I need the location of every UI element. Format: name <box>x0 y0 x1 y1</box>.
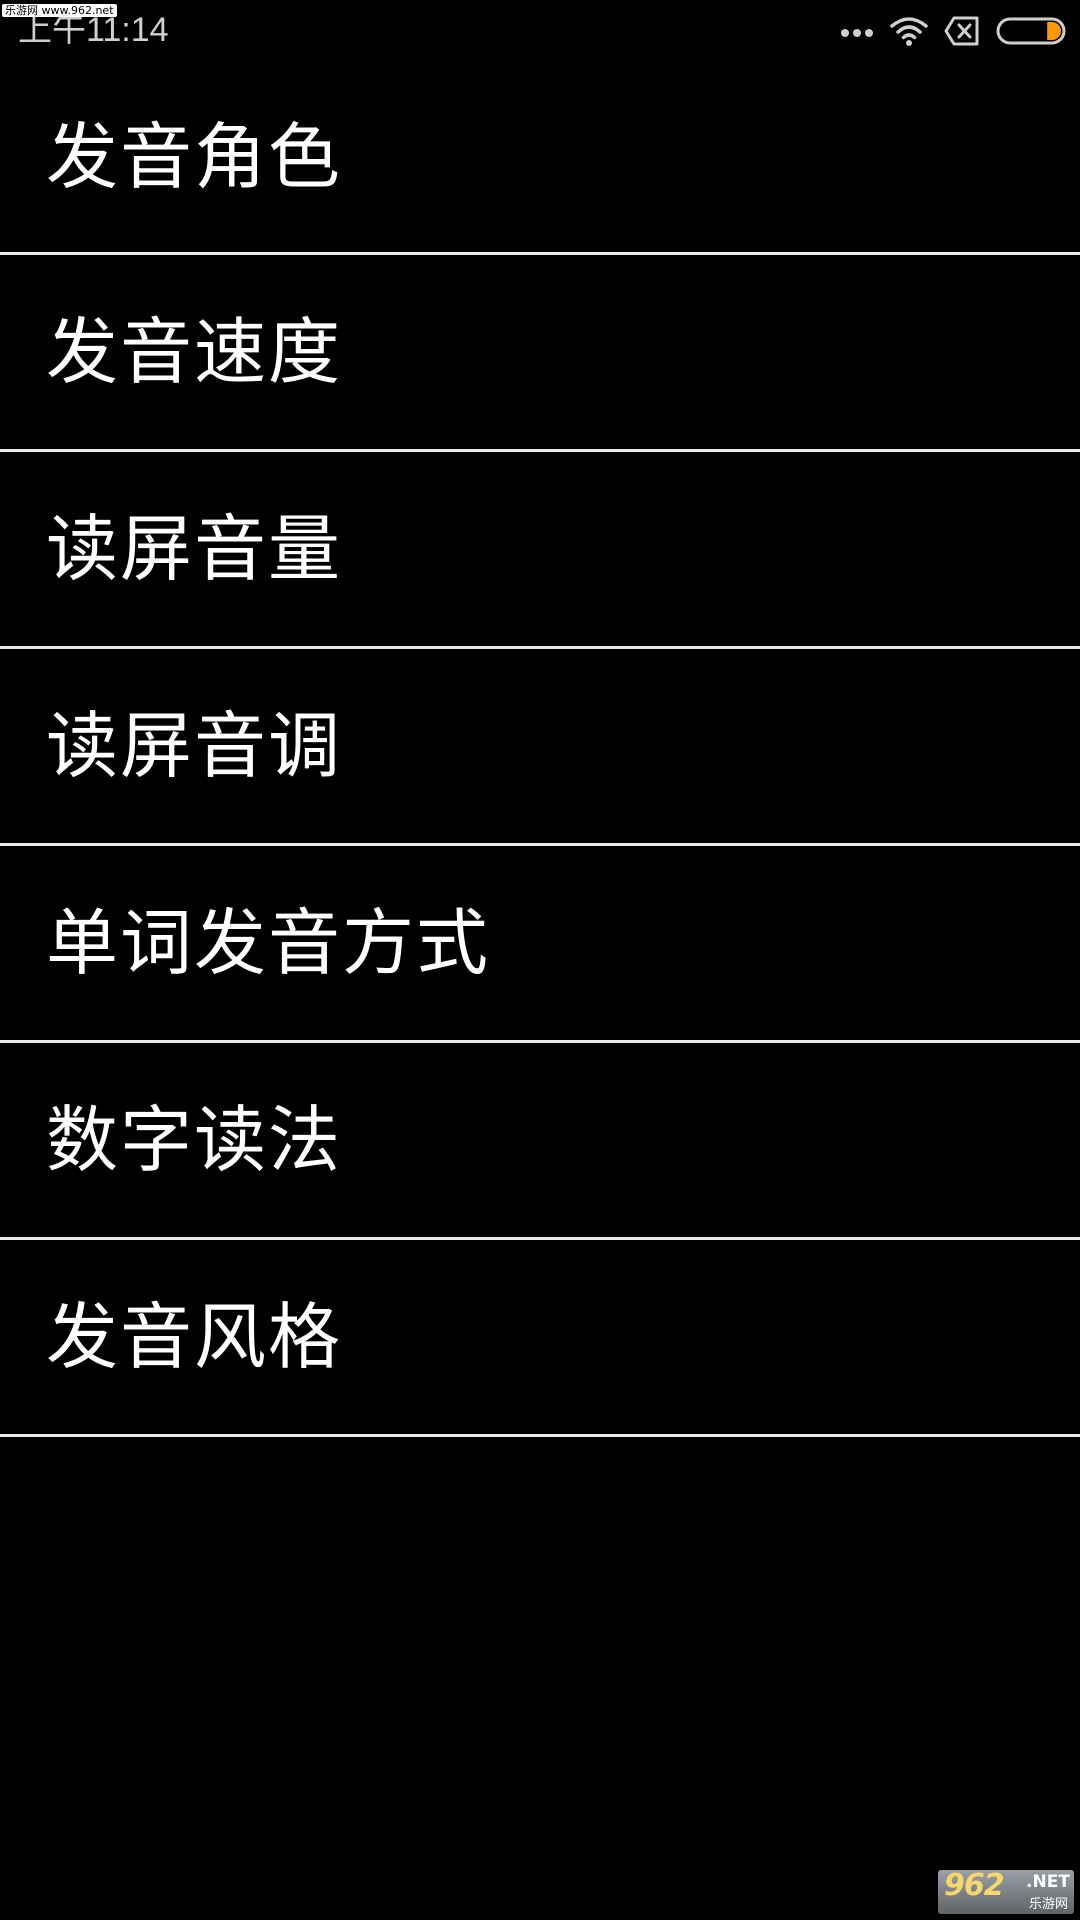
menu-item-label: 发音速度 <box>46 310 343 394</box>
watermark-bottom: 962 .NET 乐游网 <box>938 1870 1074 1914</box>
menu-item-screen-reader-volume[interactable]: 读屏音量 <box>0 452 1080 649</box>
status-icons <box>840 10 1068 52</box>
menu-item-word-pronunciation-mode[interactable]: 单词发音方式 <box>0 846 1080 1043</box>
menu-item-label: 单词发音方式 <box>46 901 491 985</box>
wifi-icon <box>890 16 928 46</box>
more-dots-icon <box>840 25 874 37</box>
menu-item-voice-role[interactable]: 发音角色 <box>0 62 1080 255</box>
menu-item-label: 发音风格 <box>46 1295 343 1379</box>
screen: 乐游网 www.962.net 上午11:14 发音角色 发音速度 读屏音量 读… <box>0 0 1080 1920</box>
menu-item-pronunciation-style[interactable]: 发音风格 <box>0 1240 1080 1437</box>
watermark-name: 乐游网 <box>1028 1897 1068 1912</box>
menu-item-number-reading[interactable]: 数字读法 <box>0 1043 1080 1240</box>
menu-item-label: 读屏音量 <box>46 507 343 591</box>
settings-menu: 发音角色 发音速度 读屏音量 读屏音调 单词发音方式 数字读法 发音风格 <box>0 62 1080 1437</box>
menu-item-label: 读屏音调 <box>46 704 343 788</box>
menu-item-label: 数字读法 <box>46 1098 343 1182</box>
menu-item-screen-reader-pitch[interactable]: 读屏音调 <box>0 649 1080 846</box>
no-sim-icon <box>944 16 980 46</box>
status-bar: 上午11:14 <box>0 0 1080 62</box>
menu-item-label: 发音角色 <box>46 115 343 199</box>
watermark-suffix: .NET <box>1026 1872 1070 1892</box>
battery-icon <box>996 17 1068 45</box>
menu-item-speech-rate[interactable]: 发音速度 <box>0 255 1080 452</box>
watermark-top: 乐游网 www.962.net <box>2 4 117 17</box>
watermark-number: 962 <box>944 1870 1005 1903</box>
